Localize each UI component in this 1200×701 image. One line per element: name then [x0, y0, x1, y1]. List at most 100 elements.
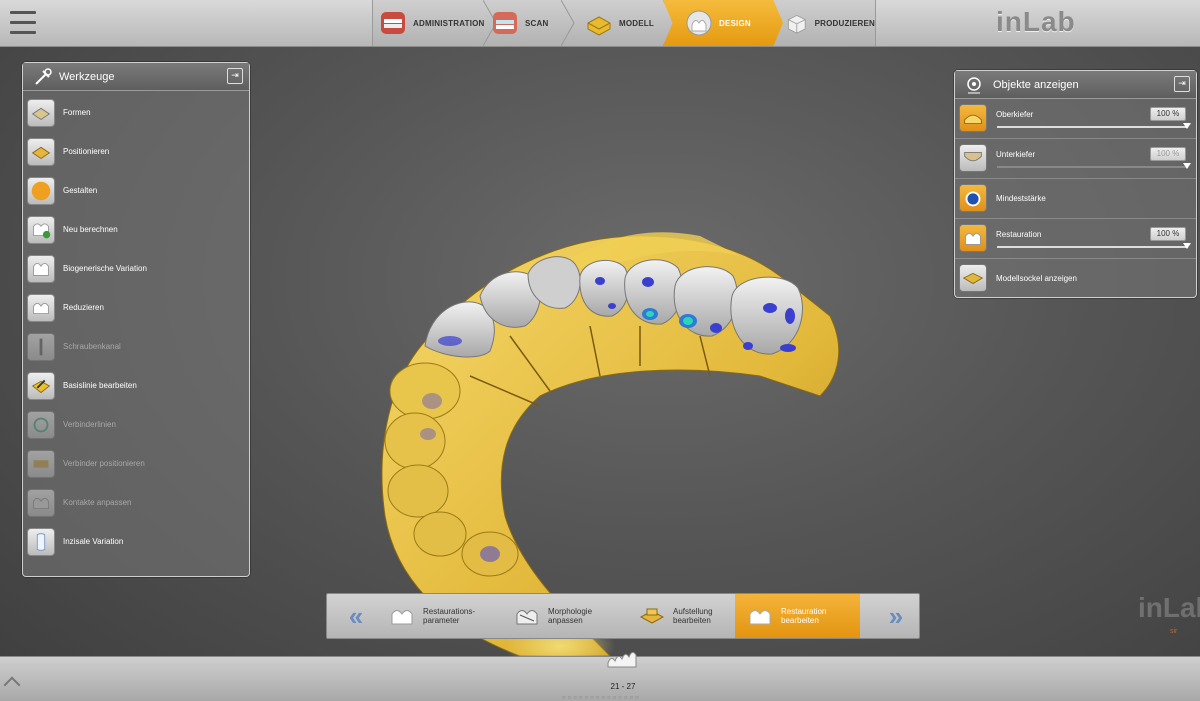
model-base-toggle-icon[interactable]: [959, 264, 987, 292]
object-label: Mindeststärke: [996, 194, 1046, 203]
opacity-value[interactable]: 100 %: [1150, 147, 1186, 161]
lower-jaw-icon[interactable]: [959, 144, 987, 172]
restoration-icon[interactable]: [959, 224, 987, 252]
object-label: Modellsockel anzeigen: [996, 274, 1077, 283]
tool-positionieren[interactable]: Positionieren: [23, 132, 249, 171]
tool-label: Biogenerische Variation: [63, 264, 147, 273]
tool-label: Verbinder positionieren: [63, 459, 145, 468]
chevron-up-icon[interactable]: [3, 676, 21, 694]
tooth-range: 21 - 27: [610, 682, 636, 691]
step-label: bearbeiten: [673, 616, 711, 625]
tool-label: Reduzieren: [63, 303, 104, 312]
tool-formen[interactable]: Formen: [23, 93, 249, 132]
tool-label: Positionieren: [63, 147, 110, 156]
chevron-double-left-icon: «: [348, 600, 364, 631]
min-thickness-icon[interactable]: [959, 184, 987, 212]
tool-label: Schraubenkanal: [63, 342, 121, 351]
baseline-tool-icon: [27, 371, 55, 400]
tool-inzisale-variation[interactable]: Inzisale Variation: [23, 522, 249, 561]
restoration-edit-icon: [749, 610, 771, 625]
phase-label: SCAN: [525, 18, 549, 28]
tool-label: Kontakte anpassen: [63, 498, 132, 507]
pin-panel-icon[interactable]: ⇥: [1174, 76, 1190, 92]
tool-label: Verbinderlinien: [63, 420, 116, 429]
screw-channel-tool-icon: [27, 332, 55, 361]
tool-kontakte-anpassen: Kontakte anpassen: [23, 483, 249, 522]
next-step-button[interactable]: »: [867, 594, 917, 638]
step-label: Aufstellung: [673, 607, 713, 616]
tool-verbinder-positionieren: Verbinder positionieren: [23, 444, 249, 483]
object-row-mindeststaerke: Mindeststärke: [955, 179, 1196, 219]
step-morphologie-anpassen[interactable]: Morphologie anpassen: [502, 594, 627, 638]
objects-panel: Objekte anzeigen ⇥ Oberkiefer 100 % Unte…: [954, 70, 1197, 298]
shape-tool-icon: [27, 176, 55, 205]
position-tool-icon: [27, 137, 55, 166]
phase-administration[interactable]: ADMINISTRATION: [379, 0, 489, 46]
phase-label: DESIGN: [719, 18, 751, 28]
step-label: Restauration: [781, 607, 827, 616]
setup-edit-icon: [639, 608, 665, 624]
app-logo: inLab: [996, 6, 1076, 37]
workflow-bar: « Restaurations-parameter Morphologie anp…: [326, 593, 920, 639]
tool-biogenerische-variation[interactable]: Biogenerische Variation: [23, 249, 249, 288]
watermark-logo: inLab: [1138, 592, 1200, 623]
view-objects-icon: [967, 76, 981, 93]
phase-design[interactable]: DESIGN: [663, 0, 783, 46]
scan-teeth-icon: [493, 12, 517, 34]
phase-produzieren[interactable]: PRODUZIEREN: [785, 0, 875, 46]
tool-neu-berechnen[interactable]: Neu berechnen: [23, 210, 249, 249]
opacity-slider[interactable]: [997, 163, 1191, 169]
contacts-tool-icon: [27, 488, 55, 517]
opacity-value[interactable]: 100 %: [1150, 107, 1186, 121]
object-row-unterkiefer: Unterkiefer 100 %: [955, 139, 1196, 179]
incisal-tool-icon: [27, 527, 55, 556]
opacity-value[interactable]: 100 %: [1150, 227, 1186, 241]
tools-panel: Werkzeuge ⇥ Formen Positionieren Gestalt…: [22, 62, 250, 577]
morphology-icon: [516, 610, 538, 625]
step-label: anpassen: [548, 616, 583, 625]
objects-panel-title: Objekte anzeigen: [993, 78, 1079, 91]
opacity-slider[interactable]: [997, 123, 1191, 129]
step-label: Restaurations-: [423, 607, 476, 616]
connector-position-tool-icon: [27, 449, 55, 478]
tool-schraubenkanal: Schraubenkanal: [23, 327, 249, 366]
step-restauration-bearbeiten[interactable]: Restauration bearbeiten: [735, 594, 860, 638]
tooth-range-icon[interactable]: [605, 649, 641, 677]
menu-icon[interactable]: [10, 11, 36, 35]
chevron-double-right-icon: »: [888, 600, 904, 631]
tool-label: Basislinie bearbeiten: [63, 381, 137, 390]
tool-label: Neu berechnen: [63, 225, 118, 234]
object-row-oberkiefer: Oberkiefer 100 %: [955, 99, 1196, 139]
connector-lines-tool-icon: [27, 410, 55, 439]
tool-reduzieren[interactable]: Reduzieren: [23, 288, 249, 327]
phase-modell[interactable]: MODELL: [585, 0, 675, 46]
tool-basislinie-bearbeiten[interactable]: Basislinie bearbeiten: [23, 366, 249, 405]
object-label: Oberkiefer: [996, 110, 1034, 119]
tool-gestalten[interactable]: Gestalten: [23, 171, 249, 210]
tool-label: Gestalten: [63, 186, 98, 195]
upper-jaw-icon[interactable]: [959, 104, 987, 132]
tools-panel-header: Werkzeuge ⇥: [23, 63, 249, 91]
step-aufstellung-bearbeiten[interactable]: Aufstellung bearbeiten: [627, 594, 752, 638]
phase-label: MODELL: [619, 18, 654, 28]
teeth-admin-icon: [381, 12, 405, 34]
model-base-icon: [587, 16, 611, 36]
phase-label: PRODUZIEREN: [814, 18, 875, 28]
phase-label: ADMINISTRATION: [413, 18, 485, 28]
footer-bar: 21 - 27 ○○○○○○○○○○○○○○: [0, 651, 1200, 701]
biogeneric-tool-icon: [27, 254, 55, 283]
phase-bar: ADMINISTRATION SCAN MODELL DESIGN PRODUZ…: [372, 0, 876, 47]
crown-design-icon: [686, 10, 712, 36]
phase-scan[interactable]: SCAN: [491, 0, 571, 46]
pin-panel-icon[interactable]: ⇥: [227, 68, 243, 84]
object-row-modellsockel: Modellsockel anzeigen: [955, 259, 1196, 298]
top-bar: ADMINISTRATION SCAN MODELL DESIGN PRODUZ…: [0, 0, 1200, 47]
prev-step-button[interactable]: «: [327, 594, 377, 638]
opacity-slider[interactable]: [997, 243, 1191, 249]
step-label: Morphologie: [548, 607, 593, 616]
step-restaurationsparameter[interactable]: Restaurations-parameter: [377, 594, 502, 638]
step-label: bearbeiten: [781, 616, 819, 625]
tool-label: Formen: [63, 108, 91, 117]
forms-tool-icon: [27, 98, 55, 127]
tools-panel-title: Werkzeuge: [59, 70, 115, 83]
